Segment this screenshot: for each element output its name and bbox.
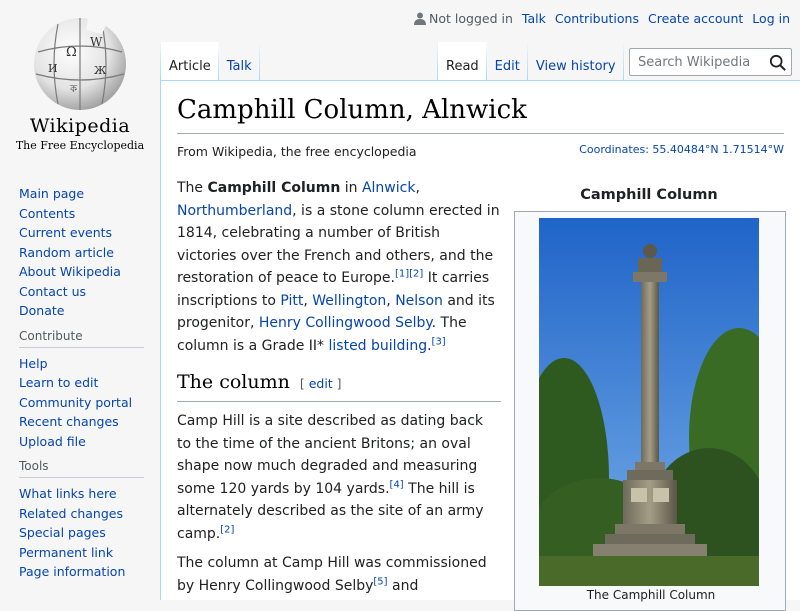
infobox: The Camphill Column <box>514 211 786 611</box>
infobox-title: Camphill Column <box>580 187 718 203</box>
sidebar-item-main-page[interactable]: Main page <box>19 186 84 201</box>
sidebar-item-related-changes[interactable]: Related changes <box>19 506 123 521</box>
bracket: ] <box>332 376 342 391</box>
search-icon[interactable] <box>769 54 787 72</box>
svg-text:Ω: Ω <box>66 45 77 60</box>
anon-status: Not logged in <box>414 11 513 26</box>
search-input[interactable] <box>630 54 760 70</box>
paragraph-camp-hill: Camp Hill is a site described as dating … <box>177 410 501 545</box>
user-icon <box>414 12 427 25</box>
link-pitt[interactable]: Pitt <box>280 293 303 309</box>
link-nelson[interactable]: Nelson <box>395 293 443 309</box>
logo-wordmark: Wikipedia <box>29 115 131 137</box>
svg-text:И: И <box>48 62 58 75</box>
link-alnwick[interactable]: Alnwick <box>362 180 415 196</box>
svg-text:W: W <box>90 35 103 49</box>
sidebar-item-special-pages[interactable]: Special pages <box>19 525 106 540</box>
text-run: The column at Camp Hill was commissioned… <box>177 555 487 594</box>
link-northumberland[interactable]: Northumberland <box>177 203 292 219</box>
link-listed-building[interactable]: listed building <box>329 338 428 354</box>
text-run: , <box>303 292 313 309</box>
tab-edit[interactable]: Edit <box>486 42 528 80</box>
personal-talk-link[interactable]: Talk <box>522 11 546 26</box>
sidebar-heading-contribute: Contribute <box>19 329 144 348</box>
bracket: [ <box>299 376 309 391</box>
link-henry-collingwood-selby[interactable]: Henry Collingwood Selby <box>259 315 432 331</box>
ref-4[interactable]: [4] <box>390 479 404 490</box>
sidebar-item-help[interactable]: Help <box>19 356 48 371</box>
content-area: Camphill Column, Alnwick From Wikipedia,… <box>160 80 800 611</box>
tab-article[interactable]: Article <box>161 42 219 80</box>
svg-text:ক: ক <box>69 84 78 95</box>
search-box <box>629 48 792 76</box>
logo-tagline: The Free Encyclopedia <box>15 139 145 152</box>
sidebar-item-contact[interactable]: Contact us <box>19 284 86 299</box>
section-heading-the-column: The column [ edit ] <box>177 369 501 402</box>
sidebar-item-community-portal[interactable]: Community portal <box>19 395 132 410</box>
text-run: in <box>340 180 362 196</box>
ref-2[interactable]: [2] <box>409 268 423 279</box>
coordinates: Coordinates: 55.40484°N 1.71514°W <box>579 143 784 156</box>
text-run: and <box>387 577 419 594</box>
wikipedia-logo[interactable]: Ω W И Ж ক Wikipedia The Free Encyclopedi… <box>0 0 160 160</box>
ref-5[interactable]: [5] <box>373 576 387 587</box>
sidebar-item-learn-to-edit[interactable]: Learn to edit <box>19 375 98 390</box>
coordinates-value-link[interactable]: 55.40484°N 1.71514°W <box>652 143 784 156</box>
intro-paragraph: The Camphill Column in Alnwick, Northumb… <box>177 177 501 357</box>
site-subtitle: From Wikipedia, the free encyclopedia <box>177 144 417 159</box>
sidebar-heading-tools: Tools <box>19 459 144 478</box>
ref-3[interactable]: [3] <box>432 336 446 347</box>
svg-text:Ж: Ж <box>94 64 107 77</box>
sidebar-item-what-links-here[interactable]: What links here <box>19 486 117 501</box>
sidebar-item-donate[interactable]: Donate <box>19 303 64 318</box>
text-run: The <box>177 180 208 196</box>
text-run: , <box>415 180 420 196</box>
sidebar-item-upload-file[interactable]: Upload file <box>19 434 86 449</box>
sidebar-contribute: Contribute Help Learn to edit Community … <box>0 329 160 452</box>
sidebar-item-contents[interactable]: Contents <box>19 206 75 221</box>
text-run: , <box>386 292 396 309</box>
sidebar-item-page-information[interactable]: Page information <box>19 564 125 579</box>
sidebar-item-permanent-link[interactable]: Permanent link <box>19 545 113 560</box>
tab-talk[interactable]: Talk <box>218 42 260 80</box>
personal-tools: Not logged in Talk Contributions Create … <box>414 11 790 26</box>
article-body: The Camphill Column in Alnwick, Northumb… <box>177 177 501 604</box>
page-title: Camphill Column, Alnwick <box>177 93 784 134</box>
sidebar-item-recent-changes[interactable]: Recent changes <box>19 414 119 429</box>
sidebar-item-about[interactable]: About Wikipedia <box>19 264 121 279</box>
not-logged-in-label: Not logged in <box>429 11 513 26</box>
ref-1[interactable]: [1] <box>395 268 409 279</box>
namespace-tabs: Article Talk <box>160 42 260 80</box>
sidebar-tools: Tools What links here Related changes Sp… <box>0 459 160 582</box>
ref-2-second[interactable]: [2] <box>220 524 234 535</box>
contributions-link[interactable]: Contributions <box>555 11 639 26</box>
sidebar-item-random-article[interactable]: Random article <box>19 245 114 260</box>
paragraph-commission: The column at Camp Hill was commissioned… <box>177 552 501 597</box>
sidebar: Main page Contents Current events Random… <box>0 176 160 590</box>
tab-view-history[interactable]: View history <box>527 42 624 80</box>
create-account-link[interactable]: Create account <box>648 11 743 26</box>
puzzle-globe-icon: Ω W И Ж ক <box>34 15 126 110</box>
sidebar-item-current-events[interactable]: Current events <box>19 225 112 240</box>
tab-read[interactable]: Read <box>438 42 487 80</box>
login-link[interactable]: Log in <box>752 11 790 26</box>
column-photo[interactable] <box>539 218 759 586</box>
sidebar-navigation: Main page Contents Current events Random… <box>0 176 160 321</box>
view-tabs: Read Edit View history <box>437 42 624 80</box>
link-wellington[interactable]: Wellington <box>312 293 386 309</box>
section-edit: [ edit ] <box>300 376 342 391</box>
article-subject: Camphill Column <box>207 180 341 196</box>
section-title: The column <box>177 371 290 393</box>
section-edit-link[interactable]: edit <box>309 376 333 391</box>
coordinates-label-link[interactable]: Coordinates <box>579 143 645 156</box>
